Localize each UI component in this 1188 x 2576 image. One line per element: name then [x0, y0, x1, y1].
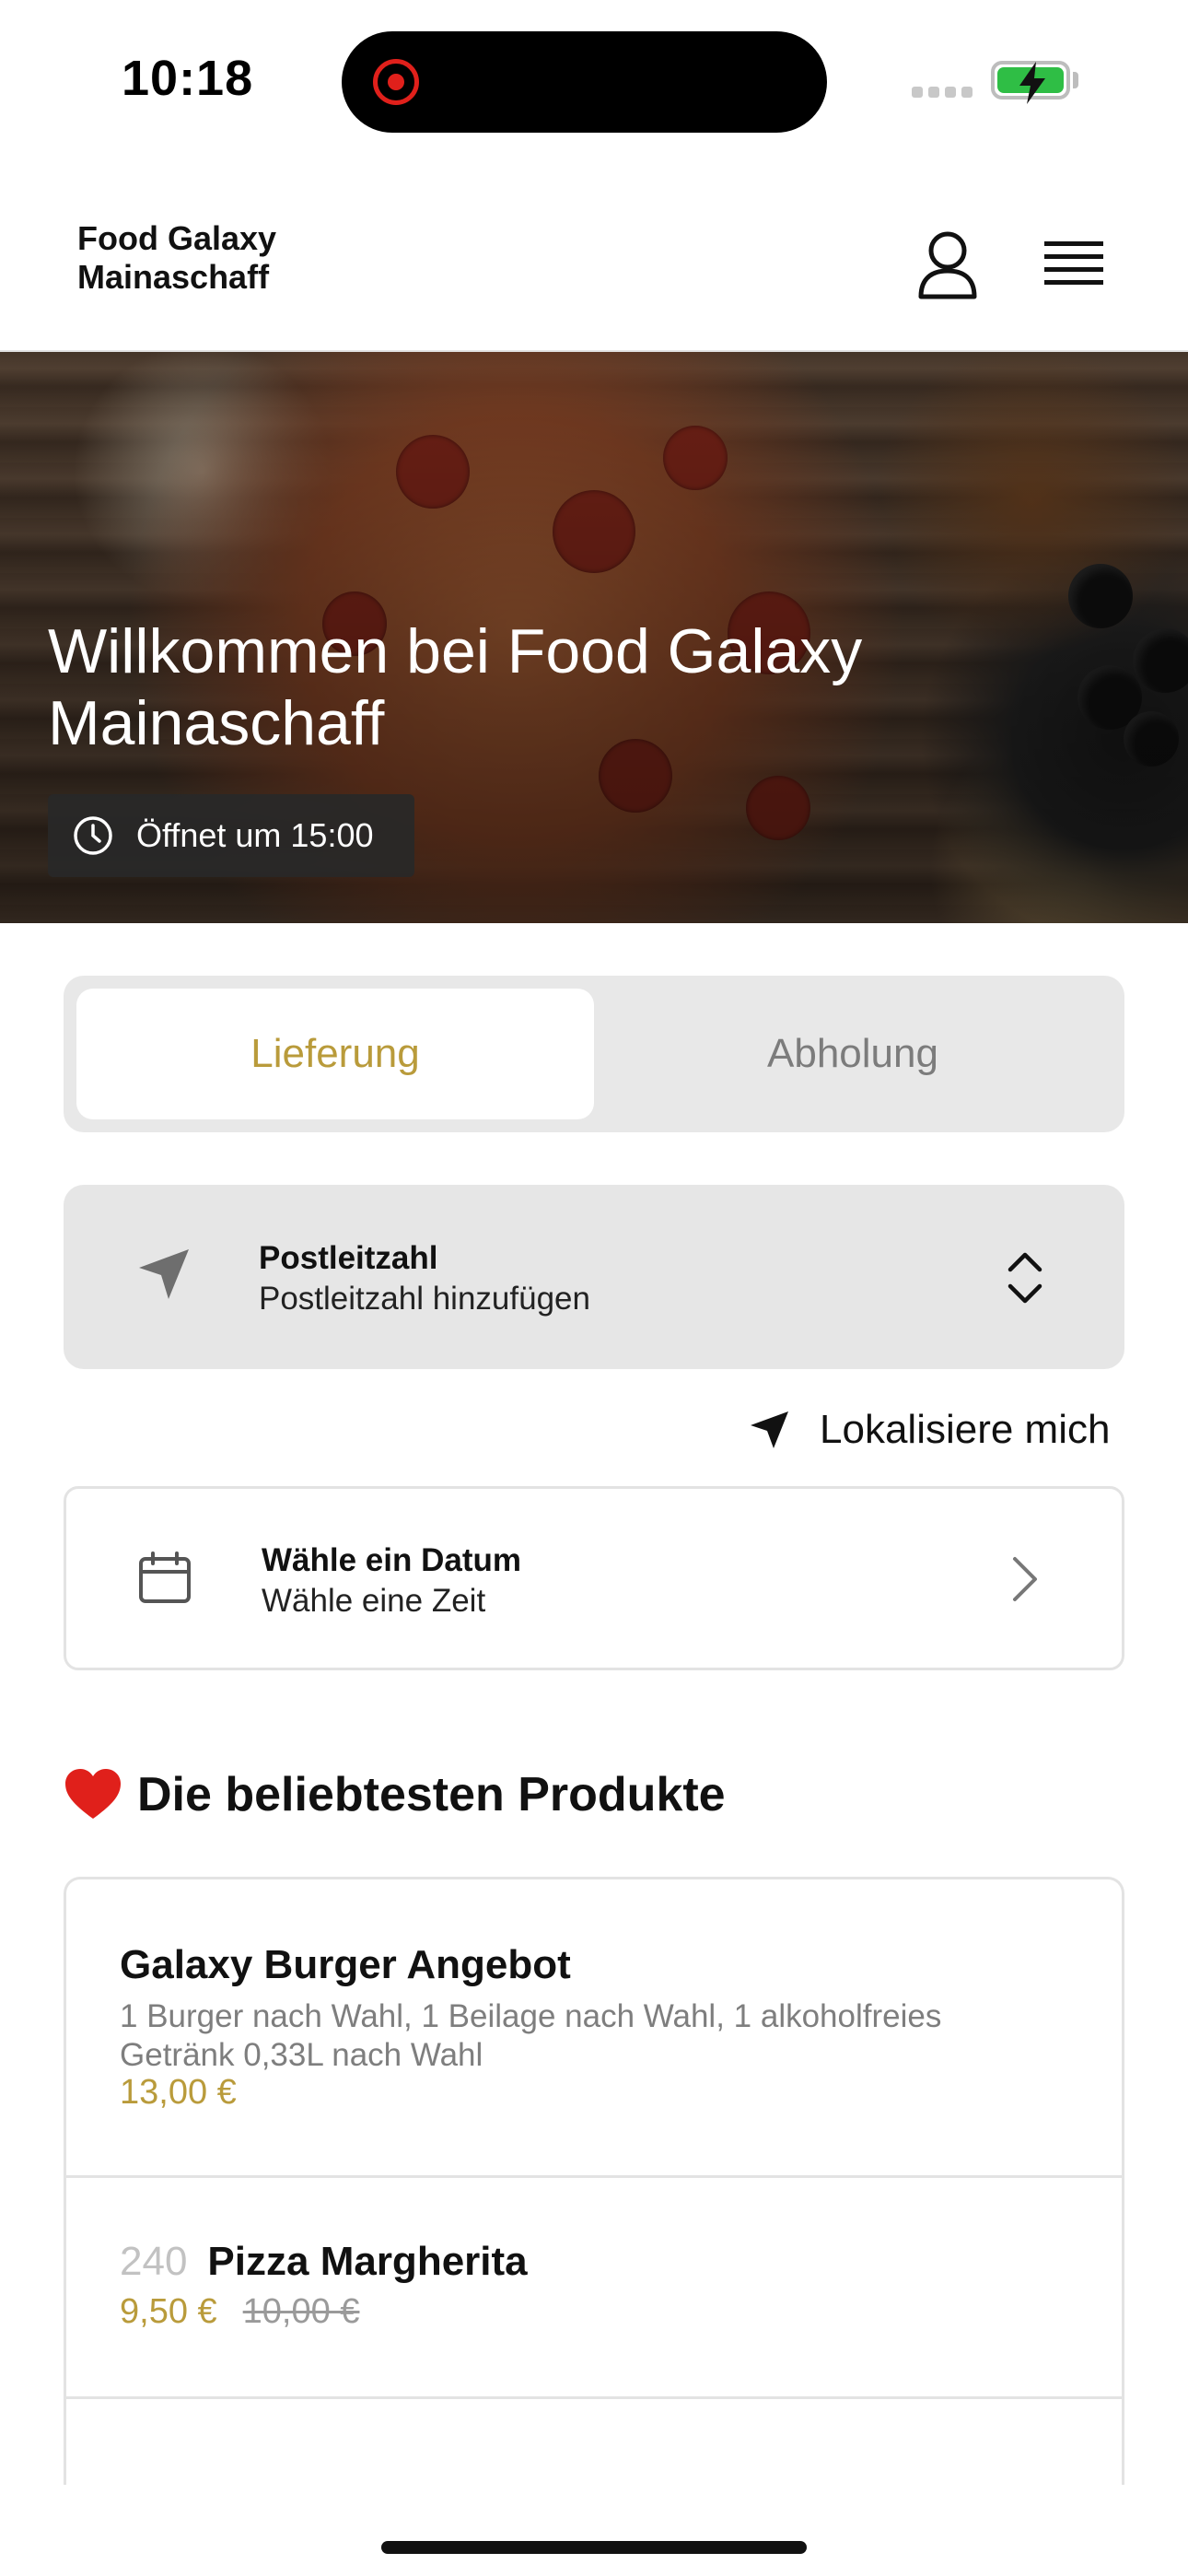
status-bar: 10:18: [0, 0, 1188, 157]
welcome-title: Willkommen bei Food Galaxy Mainaschaff: [48, 616, 863, 758]
popular-products-title: Die beliebtesten Produkte: [137, 1768, 726, 1821]
product-description: 1 Burger nach Wahl, 1 Beilage nach Wahl,…: [120, 1998, 942, 2073]
locate-me-label: Lokalisiere mich: [820, 1407, 1111, 1452]
status-time: 10:18: [122, 51, 254, 106]
brand-line-2: Mainaschaff: [77, 258, 270, 296]
product-item[interactable]: 240 Pizza Margherita 9,50 € 10,00 €: [66, 2178, 1122, 2399]
home-indicator[interactable]: [381, 2541, 807, 2554]
user-icon: [918, 231, 977, 299]
postal-code-label: Postleitzahl: [259, 1240, 438, 1276]
product-old-price: 10,00 €: [242, 2292, 360, 2331]
postal-code-selector[interactable]: Postleitzahl Postleitzahl hinzufügen: [64, 1185, 1124, 1369]
heart-icon: [65, 1769, 121, 1819]
product-number: 240: [120, 2239, 188, 2284]
calendar-icon: [139, 1551, 191, 1603]
signal-icon: [912, 87, 973, 98]
user-account-button[interactable]: [915, 230, 980, 300]
dynamic-island: [342, 31, 827, 133]
app-header: Food Galaxy Mainaschaff: [0, 193, 1188, 352]
postal-code-placeholder: Postleitzahl hinzufügen: [259, 1281, 590, 1317]
battery-cap: [1073, 72, 1078, 88]
clock-icon: [74, 816, 112, 855]
product-item[interactable]: Galaxy Burger Angebot 1 Burger nach Wahl…: [66, 1879, 1122, 2178]
recording-indicator-icon: [373, 59, 419, 105]
tab-pickup[interactable]: Abholung: [594, 989, 1112, 1119]
hero-banner: Willkommen bei Food Galaxy Mainaschaff Ö…: [0, 352, 1188, 923]
product-name: Galaxy Burger Angebot: [120, 1942, 571, 1987]
chevron-up-down-icon: [1007, 1252, 1042, 1304]
date-time-selector[interactable]: Wähle ein Datum Wähle eine Zeit: [64, 1486, 1124, 1670]
product-name: Pizza Margherita: [207, 2239, 528, 2284]
product-price: 13,00 €: [120, 2073, 237, 2112]
navigation-arrow-icon: [139, 1249, 189, 1299]
locate-me-button[interactable]: Lokalisiere mich: [748, 1404, 1110, 1456]
product-item-partial[interactable]: [66, 2399, 1122, 2485]
chevron-right-icon: [1013, 1557, 1037, 1601]
bottom-safe-area: [0, 2485, 1188, 2576]
restaurant-brand[interactable]: Food Galaxy Mainaschaff: [77, 219, 276, 297]
time-label: Wähle eine Zeit: [262, 1583, 486, 1619]
battery-icon: [991, 61, 1070, 104]
date-label: Wähle ein Datum: [262, 1542, 521, 1578]
tab-delivery[interactable]: Lieferung: [76, 989, 594, 1119]
popular-products-heading: Die beliebtesten Produkte: [64, 1767, 726, 1822]
hamburger-menu-icon: [1044, 241, 1103, 285]
popular-products-list: Galaxy Burger Angebot 1 Burger nach Wahl…: [64, 1877, 1124, 2485]
opening-time-badge: Öffnet um 15:00: [48, 794, 414, 877]
location-arrow-icon: [751, 1411, 788, 1448]
brand-line-1: Food Galaxy: [77, 219, 277, 257]
product-price: 9,50 €: [120, 2292, 217, 2331]
order-mode-toggle: Lieferung Abholung: [64, 976, 1124, 1132]
hamburger-menu-button[interactable]: [1042, 232, 1105, 297]
opening-time-text: Öffnet um 15:00: [136, 816, 374, 854]
